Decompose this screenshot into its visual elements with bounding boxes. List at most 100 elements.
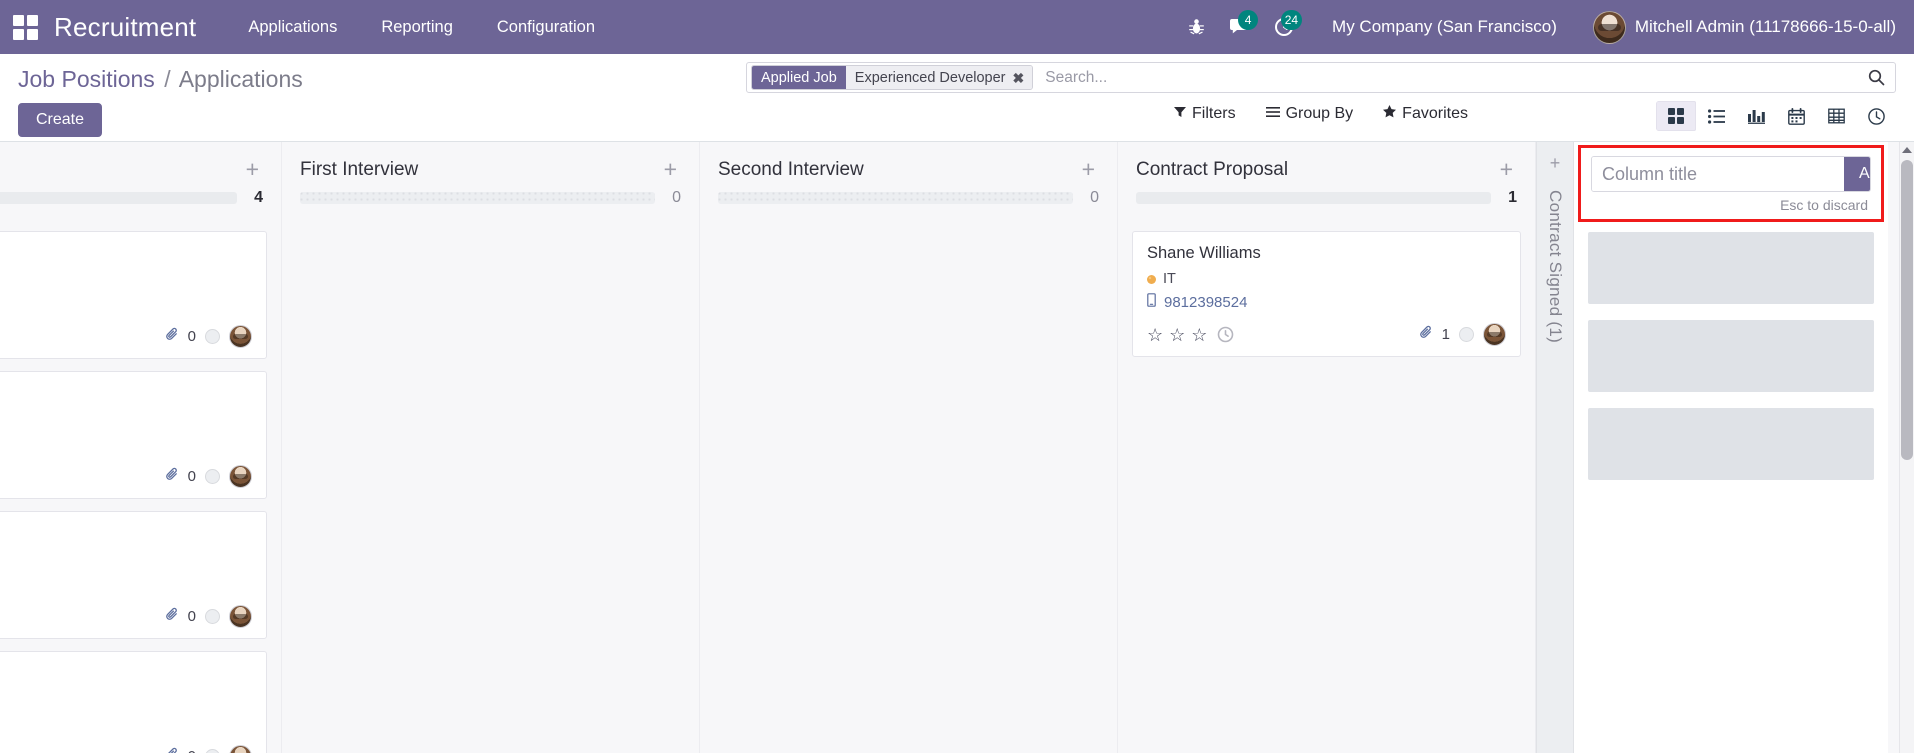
kanban-state-dot[interactable]: [205, 469, 220, 484]
column-progress-bar[interactable]: [0, 192, 237, 204]
card-avatar[interactable]: [1483, 323, 1506, 346]
add-column-button[interactable]: Add: [1844, 157, 1871, 191]
scrollbar-thumb[interactable]: [1901, 160, 1913, 460]
star-icon-2[interactable]: ☆: [1169, 326, 1185, 344]
facet-remove-icon[interactable]: ✖: [1013, 71, 1025, 85]
kanban-column-first-interview: First Interview + 0: [282, 142, 700, 753]
card-footer: ☆ ☆ ☆: [1147, 323, 1506, 346]
breadcrumb: Job Positions / Applications: [18, 62, 303, 93]
view-graph[interactable]: [1736, 101, 1776, 131]
group-by-button[interactable]: Group By: [1264, 103, 1356, 125]
attachment-count: 0: [188, 748, 196, 753]
card-phone: 9812398524: [1147, 293, 1506, 311]
attachment-count: 0: [188, 468, 196, 485]
card-title: ne: [0, 384, 252, 403]
column-add-record-icon[interactable]: +: [1550, 154, 1561, 172]
column-add-record-icon[interactable]: +: [660, 158, 681, 181]
collapsed-column-title[interactable]: Contract Signed (1): [1545, 190, 1565, 343]
column-title[interactable]: Second Interview: [718, 159, 864, 181]
kanban-column-contract-proposal: Contract Proposal + 1 Shane Williams IT: [1118, 142, 1536, 753]
favorites-button[interactable]: Favorites: [1381, 103, 1470, 125]
column-title-input[interactable]: [1592, 157, 1844, 191]
messages-icon[interactable]: 4: [1218, 7, 1262, 47]
attachment-count: 0: [188, 608, 196, 625]
kanban-state-dot[interactable]: [205, 609, 220, 624]
column-count: 0: [1087, 189, 1099, 207]
attachment-icon: [165, 607, 179, 626]
card-avatar[interactable]: [229, 325, 252, 348]
card-title: nt: [0, 664, 252, 683]
kanban-state-dot[interactable]: [1459, 327, 1474, 342]
card-avatar[interactable]: [229, 745, 252, 753]
user-menu[interactable]: Mitchell Admin (11178666-15-0-all): [1575, 11, 1896, 44]
kanban-card[interactable]: nt 5: [0, 651, 267, 753]
view-kanban[interactable]: [1656, 101, 1696, 131]
create-button[interactable]: Create: [18, 103, 102, 137]
kanban-column-qualification: ification + 4 k: [0, 142, 282, 753]
group-by-label: Group By: [1286, 105, 1354, 123]
card-avatar[interactable]: [229, 465, 252, 488]
new-column-input-row[interactable]: Add: [1591, 156, 1871, 192]
search-icon[interactable]: [1859, 63, 1893, 92]
app-brand-title[interactable]: Recruitment: [54, 12, 196, 43]
activities-clock-icon[interactable]: 24: [1262, 7, 1306, 47]
view-pivot[interactable]: [1816, 101, 1856, 131]
apps-grid-icon[interactable]: [10, 12, 40, 42]
column-cards: [296, 207, 685, 753]
column-progress-bar[interactable]: [718, 192, 1073, 204]
column-title[interactable]: Contract Proposal: [1136, 159, 1288, 181]
card-phone: 7654: [0, 433, 252, 450]
column-title[interactable]: First Interview: [300, 159, 418, 181]
priority-stars[interactable]: ☆ ☆ ☆: [1147, 326, 1207, 344]
ghost-card-list: [1574, 222, 1888, 496]
facet-value[interactable]: Experienced Developer ✖: [846, 66, 1032, 89]
kanban-state-dot[interactable]: [205, 329, 220, 344]
facet-label: Applied Job: [752, 66, 846, 89]
menu-item-configuration[interactable]: Configuration: [475, 10, 617, 45]
company-switcher[interactable]: My Company (San Francisco): [1306, 17, 1575, 37]
column-add-record-icon[interactable]: +: [1496, 158, 1517, 181]
column-header: Second Interview + 0: [714, 142, 1103, 207]
filters-button[interactable]: Filters: [1172, 103, 1238, 125]
ghost-card: [1588, 232, 1874, 304]
kanban-card-shane-williams[interactable]: Shane Williams IT 9812398524: [1132, 231, 1521, 357]
user-name-label: Mitchell Admin (11178666-15-0-all): [1635, 17, 1896, 37]
column-progress-bar[interactable]: [300, 192, 655, 204]
vertical-scrollbar[interactable]: [1899, 142, 1914, 753]
view-list[interactable]: [1696, 101, 1736, 131]
view-calendar[interactable]: [1776, 101, 1816, 131]
breadcrumb-job-positions[interactable]: Job Positions: [18, 66, 155, 92]
search-facet-applied-job[interactable]: Applied Job Experienced Developer ✖: [751, 65, 1033, 90]
mobile-phone-icon: [1147, 293, 1156, 311]
menu-item-applications[interactable]: Applications: [226, 10, 359, 45]
search-input[interactable]: [1037, 63, 1859, 92]
kanban-card[interactable]: h 0: [0, 511, 267, 639]
filter-buttons: Filters Group By Favorites: [1172, 103, 1470, 125]
department-dot-icon: [1147, 275, 1156, 284]
bug-icon[interactable]: [1174, 7, 1218, 47]
card-avatar[interactable]: [229, 605, 252, 628]
kanban-card[interactable]: ne 7654: [0, 371, 267, 499]
column-header: ification + 4: [0, 142, 267, 207]
card-footer-right: 1: [1419, 323, 1506, 346]
menu-item-reporting[interactable]: Reporting: [359, 10, 475, 45]
kanban-column-contract-signed-collapsed[interactable]: + Contract Signed (1): [1536, 142, 1574, 753]
view-activity[interactable]: [1856, 101, 1896, 131]
column-count: 1: [1505, 189, 1517, 207]
column-count: 0: [669, 189, 681, 207]
column-add-record-icon[interactable]: +: [242, 158, 263, 181]
column-progress-bar[interactable]: [1136, 192, 1491, 204]
card-department: IT: [1147, 271, 1506, 287]
activity-clock-icon-gray[interactable]: [1217, 326, 1234, 343]
esc-to-discard-hint: Esc to discard: [1591, 192, 1871, 213]
kanban-state-dot[interactable]: [205, 749, 220, 753]
column-add-record-icon[interactable]: +: [1078, 158, 1099, 181]
search-bar[interactable]: Applied Job Experienced Developer ✖: [746, 62, 1896, 93]
scroll-up-arrow-icon[interactable]: [1902, 147, 1912, 153]
view-switcher: [1656, 101, 1896, 131]
kanban-card[interactable]: k 0: [0, 231, 267, 359]
navbar-right: 4 24 My Company (San Francisco) Mitchell…: [1174, 7, 1896, 47]
funnel-icon: [1174, 105, 1186, 123]
star-icon-3[interactable]: ☆: [1191, 326, 1207, 344]
star-icon-1[interactable]: ☆: [1147, 326, 1163, 344]
